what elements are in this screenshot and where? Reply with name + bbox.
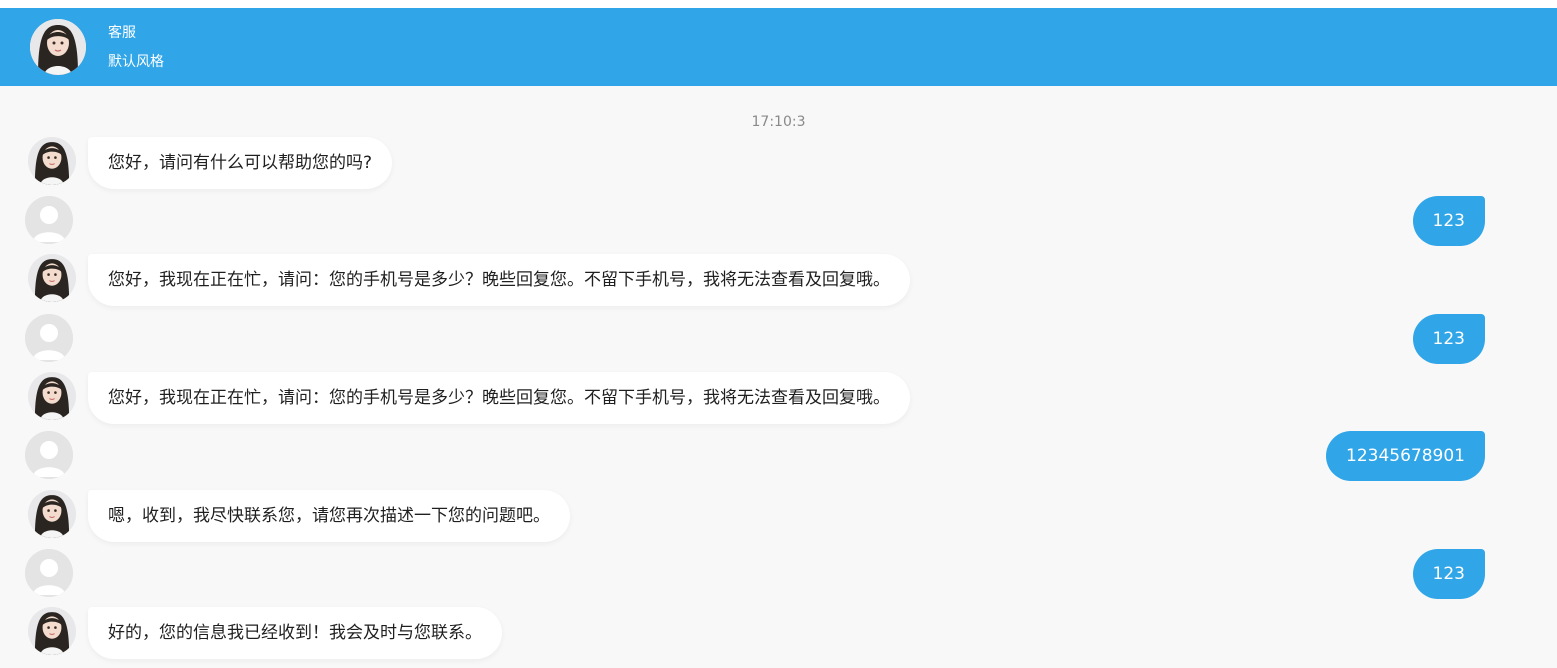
agent-avatar-icon [28, 490, 76, 538]
message-row-agent: 您好，我现在正在忙，请问：您的手机号是多少？晚些回复您。不留下手机号，我将无法查… [0, 372, 1557, 424]
message-timestamp: 17:10:3 [751, 114, 806, 130]
message-row-agent: 您好，我现在正在忙，请问：您的手机号是多少？晚些回复您。不留下手机号，我将无法查… [0, 254, 1557, 306]
user-message-bubble: 123 [1412, 196, 1485, 246]
user-avatar-icon [25, 314, 73, 362]
message-row-user: 12345678901 [0, 431, 1557, 483]
chat-style-label: 默认风格 [108, 54, 164, 70]
window-top-strip [0, 0, 1557, 8]
agent-message-bubble: 您好，我现在正在忙，请问：您的手机号是多少？晚些回复您。不留下手机号，我将无法查… [88, 254, 910, 306]
message-row-agent: 您好，请问有什么可以帮助您的吗? [0, 137, 1557, 189]
user-avatar-icon [25, 549, 73, 597]
user-avatar-icon [25, 431, 73, 479]
message-row-agent: 好的，您的信息我已经收到！我会及时与您联系。 [0, 607, 1557, 659]
agent-message-bubble: 好的，您的信息我已经收到！我会及时与您联系。 [88, 607, 502, 659]
agent-message-bubble: 您好，我现在正在忙，请问：您的手机号是多少？晚些回复您。不留下手机号，我将无法查… [88, 372, 910, 424]
agent-name: 客服 [108, 25, 136, 41]
agent-avatar-icon [28, 607, 76, 655]
message-row-agent: 嗯，收到，我尽快联系您，请您再次描述一下您的问题吧。 [0, 490, 1557, 542]
agent-avatar-icon [30, 19, 86, 75]
user-message-bubble: 123 [1412, 549, 1485, 599]
user-avatar-icon [25, 196, 73, 244]
agent-message-bubble: 您好，请问有什么可以帮助您的吗? [88, 137, 393, 189]
agent-message-bubble: 嗯，收到，我尽快联系您，请您再次描述一下您的问题吧。 [88, 490, 570, 542]
agent-avatar-icon [28, 254, 76, 302]
message-row-user: 123 [0, 314, 1557, 366]
user-message-bubble: 12345678901 [1326, 431, 1485, 481]
agent-avatar-icon [28, 137, 76, 185]
agent-avatar-icon [28, 372, 76, 420]
message-row-user: 123 [0, 196, 1557, 248]
message-row-user: 123 [0, 549, 1557, 601]
chat-header: 客服 默认风格 [0, 8, 1557, 86]
user-message-bubble: 123 [1412, 314, 1485, 364]
